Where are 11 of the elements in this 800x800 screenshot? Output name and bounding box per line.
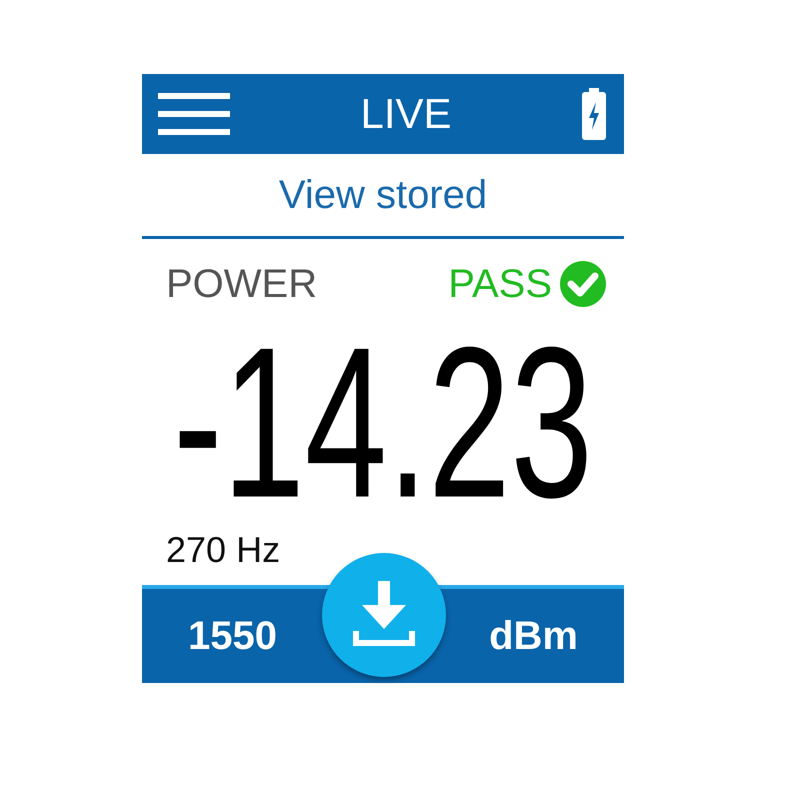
menu-icon[interactable] — [158, 92, 230, 136]
download-icon — [352, 581, 416, 649]
screen-title: LIVE — [360, 90, 452, 138]
measurement-label: POWER — [166, 262, 318, 306]
frequency-text: 270 Hz — [166, 529, 280, 570]
unit-text: dBm — [489, 614, 578, 658]
power-reading: -14.23 — [173, 316, 593, 532]
wavelength-text: 1550 — [188, 614, 277, 658]
result-text: PASS — [448, 262, 552, 306]
battery-icon — [582, 88, 606, 140]
view-stored-link[interactable]: View stored — [278, 172, 488, 218]
